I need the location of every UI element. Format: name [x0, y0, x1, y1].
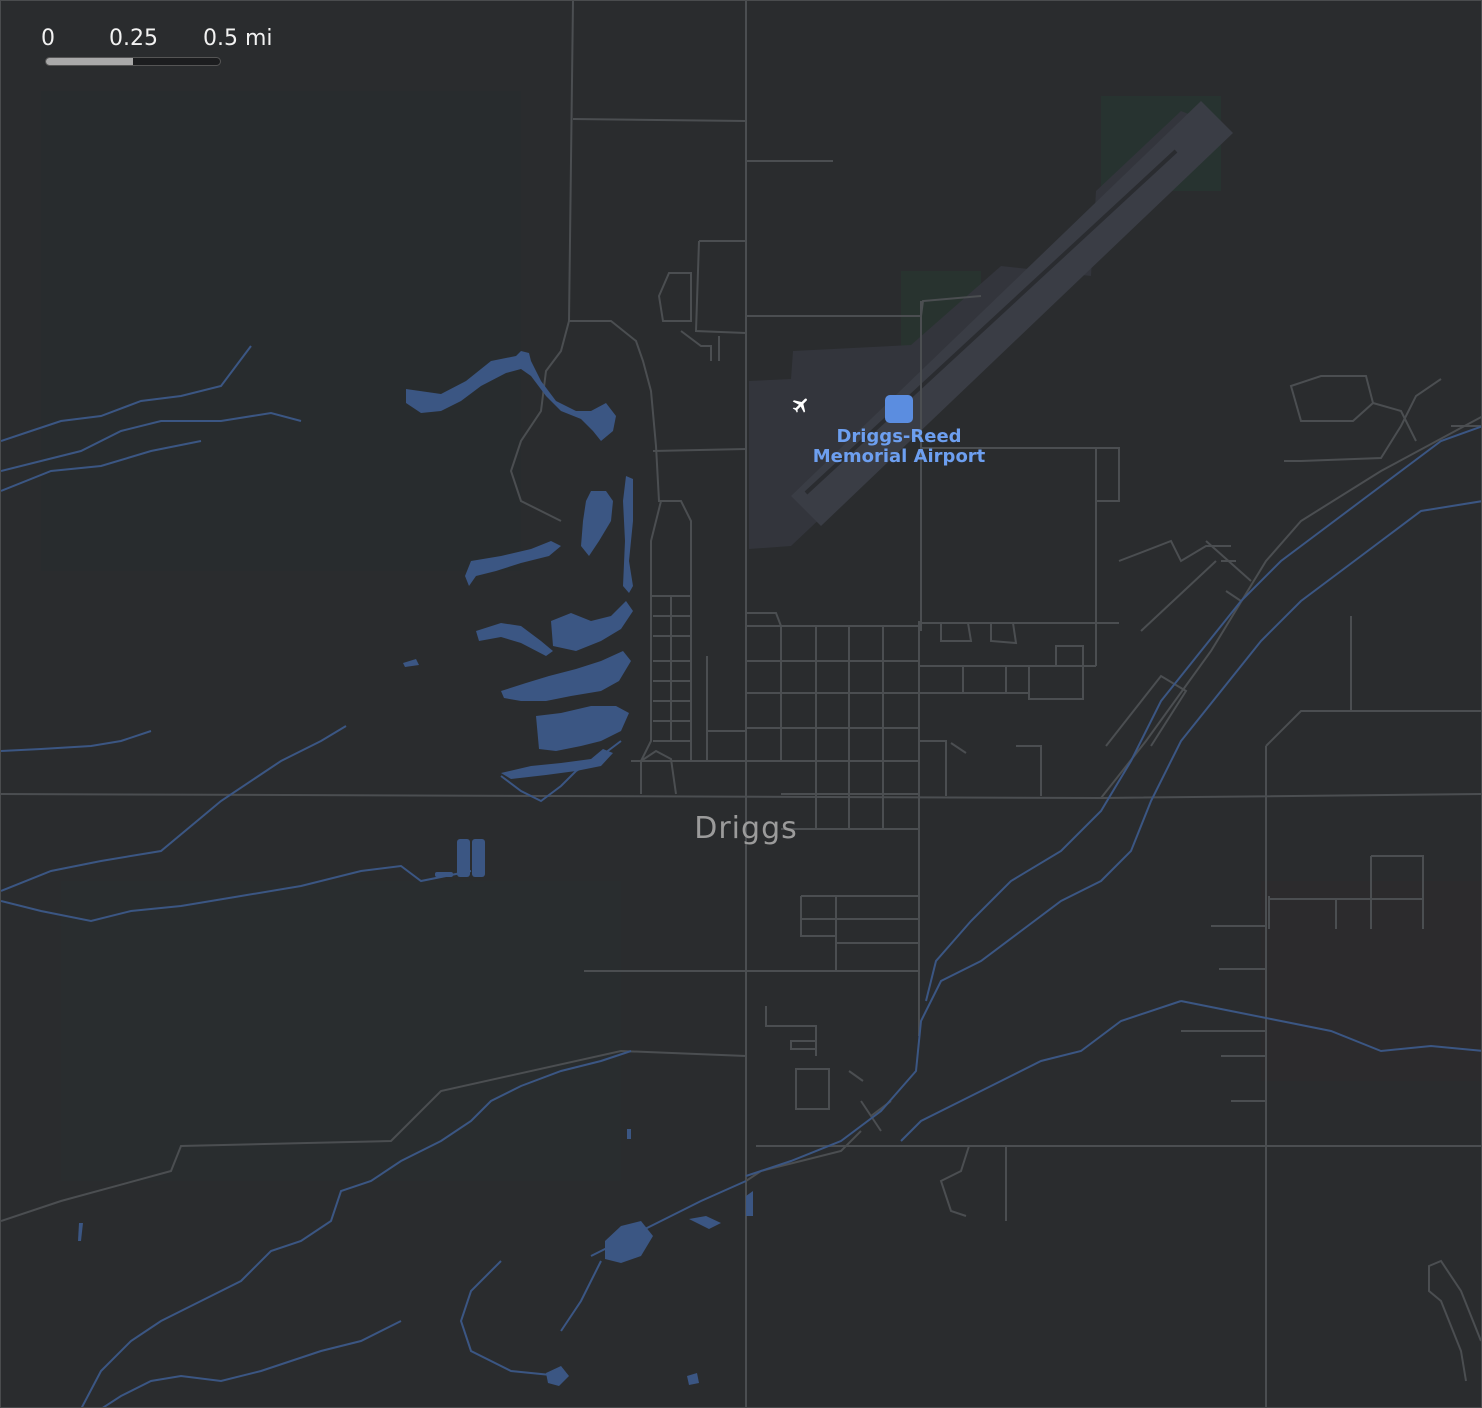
airport-area — [749, 101, 1233, 549]
city-label[interactable]: Driggs — [661, 811, 831, 846]
scale-bar-fill — [46, 58, 133, 65]
map-view[interactable]: 0 0.25 0.5 mi Driggs-Reed Memorial Airpo… — [0, 0, 1482, 1408]
scale-bar: 0 0.25 0.5 mi — [41, 27, 281, 71]
airport-poi[interactable]: Driggs-Reed Memorial Airport — [791, 395, 1007, 467]
map-canvas[interactable] — [1, 1, 1482, 1408]
airport-label-line1: Driggs-Reed — [836, 426, 962, 447]
airplane-icon — [792, 395, 913, 423]
scale-tick-1: 0.25 — [109, 26, 158, 51]
airport-label-line2: Memorial Airport — [812, 446, 986, 467]
scale-bar-track — [45, 57, 221, 66]
scale-tick-2: 0.5 mi — [203, 26, 273, 51]
scale-tick-0: 0 — [41, 26, 55, 51]
airport-label: Driggs-Reed Memorial Airport — [791, 427, 1007, 467]
